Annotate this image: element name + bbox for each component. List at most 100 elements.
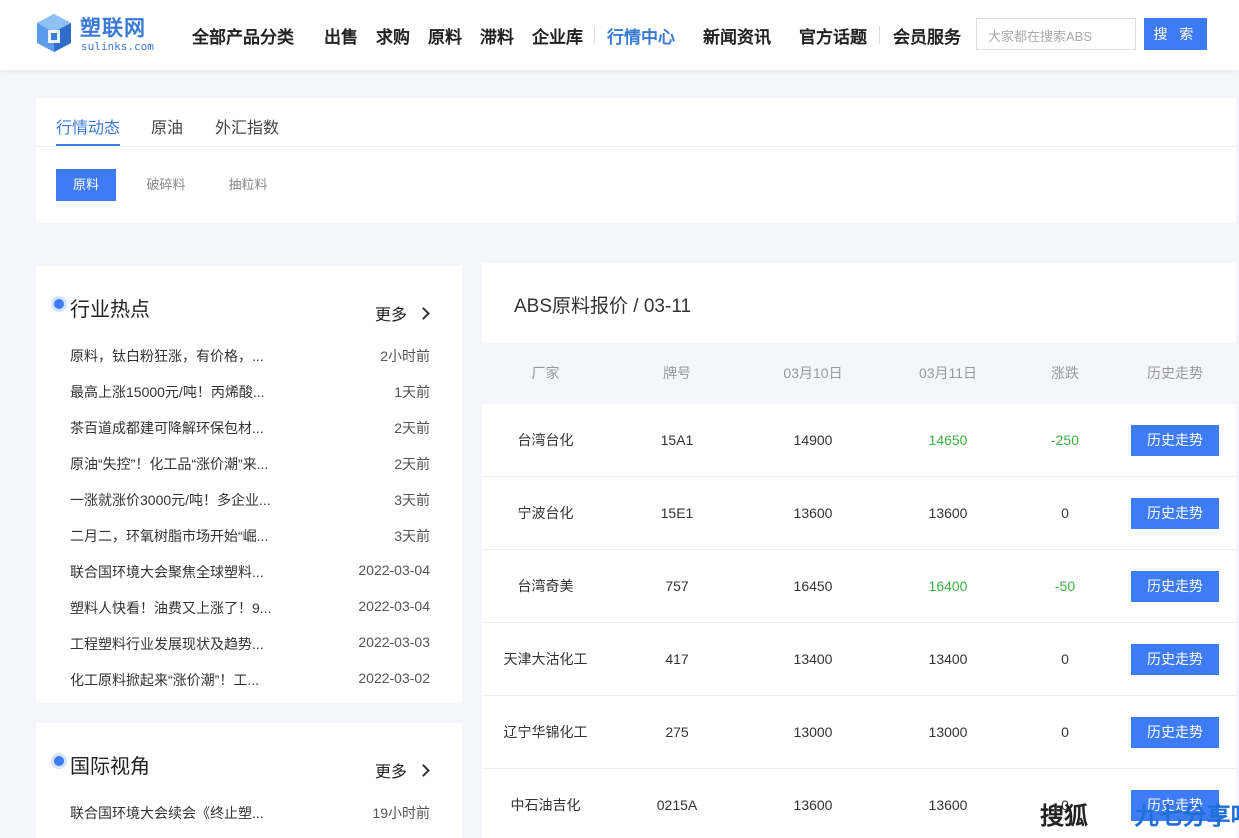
news-item[interactable]: 二月二，环氧树脂市场开始“崛... 3天前 xyxy=(70,526,430,546)
nav-member-service[interactable]: 会员服务 xyxy=(893,23,961,48)
logo-domain: sulinks.com xyxy=(81,40,154,53)
cell-change: 0 xyxy=(1061,505,1069,521)
header-grade: 牌号 xyxy=(663,365,691,381)
cell-maker: 宁波台化 xyxy=(517,505,574,521)
nav-official-topics[interactable]: 官方话题 xyxy=(799,23,867,48)
more-label: 更多 xyxy=(375,307,408,324)
cell-prev-price: 13400 xyxy=(793,651,833,667)
cell-curr-price: 13600 xyxy=(928,797,968,813)
cell-prev-price: 14900 xyxy=(793,432,833,448)
abs-price-card: ABS原料报价 / 03-11 厂家 牌号 03月10日 03月11日 涨跌 历… xyxy=(482,263,1236,838)
more-link[interactable]: 更多 xyxy=(375,301,431,325)
news-item[interactable]: 联合国环境大会续会《终止塑... 19小时前 xyxy=(70,803,430,823)
cell-maker: 辽宁华锦化工 xyxy=(503,724,588,740)
chevron-right-icon xyxy=(417,764,431,777)
cell-maker: 台湾台化 xyxy=(517,432,574,448)
news-title[interactable]: 原油“失控”！化工品“涨价潮”来... xyxy=(70,454,285,474)
history-trend-button[interactable]: 历史走势 xyxy=(1131,644,1219,675)
header-change: 涨跌 xyxy=(1051,365,1079,381)
main-nav: 全部产品分类 出售 求购 原料 滞料 企业库 行情中心 新闻资讯 官方话题 会员… xyxy=(192,0,961,70)
news-item[interactable]: 化工原料掀起来“涨价潮”！工... 2022-03-02 xyxy=(70,670,430,690)
news-item[interactable]: 联合国环境大会聚焦全球塑料... 2022-03-04 xyxy=(70,562,430,582)
cell-prev-price: 13600 xyxy=(793,505,833,521)
table-row: 天津大沽化工 417 13400 13400 0 历史走势 xyxy=(482,623,1236,696)
news-time: 2天前 xyxy=(394,420,430,436)
nav-sell[interactable]: 出售 xyxy=(324,23,358,48)
cell-maker: 天津大沽化工 xyxy=(503,651,588,667)
news-title[interactable]: 化工原料掀起来“涨价潮”！工... xyxy=(70,670,285,690)
nav-buy[interactable]: 求购 xyxy=(376,23,410,48)
news-time: 2小时前 xyxy=(380,348,430,364)
nav-news[interactable]: 新闻资讯 xyxy=(703,23,771,48)
history-trend-button[interactable]: 历史走势 xyxy=(1131,498,1219,529)
news-time: 2天前 xyxy=(394,456,430,472)
site-logo[interactable]: 塑联网 sulinks.com xyxy=(34,12,164,56)
more-link[interactable]: 更多 xyxy=(375,758,431,782)
cell-grade: 0215A xyxy=(656,797,698,813)
cell-grade: 15E1 xyxy=(660,505,694,521)
history-trend-button[interactable]: 历史走势 xyxy=(1131,717,1219,748)
header-prev-date: 03月10日 xyxy=(783,365,843,381)
cell-curr-price: 13000 xyxy=(928,724,968,740)
header-curr-date: 03月11日 xyxy=(918,365,978,381)
international-card: 国际视角 更多 联合国环境大会续会《终止塑... 19小时前 xyxy=(36,723,462,838)
cell-prev-price: 16450 xyxy=(793,578,833,594)
industry-hot-card: 行业热点 更多 原料，钛白粉狂涨，有价格，... 2小时前 最高上涨15000元/吨… xyxy=(36,266,462,703)
tab-forex-index[interactable]: 外汇指数 xyxy=(215,114,279,138)
news-item[interactable]: 茶百道成都建可降解环保包材... 2天前 xyxy=(70,418,430,438)
subtab-crushed[interactable]: 破碎料 xyxy=(136,169,196,201)
news-title[interactable]: 原料，钛白粉狂涨，有价格，... xyxy=(70,346,285,366)
subtab-raw-material[interactable]: 原料 xyxy=(56,169,116,201)
news-item[interactable]: 工程塑料行业发展现状及趋势... 2022-03-03 xyxy=(70,634,430,654)
nav-company-library[interactable]: 企业库 xyxy=(532,23,583,48)
news-title[interactable]: 最高上涨15000元/吨！丙烯酸... xyxy=(70,382,285,402)
table-row: 台湾奇美 757 16450 16400 -50 历史走势 xyxy=(482,550,1236,623)
subtab-pellet[interactable]: 抽粒料 xyxy=(218,169,278,201)
search-button[interactable]: 搜 索 xyxy=(1144,18,1207,50)
table-row: 辽宁华锦化工 275 13000 13000 0 历史走势 xyxy=(482,696,1236,769)
news-time: 1天前 xyxy=(394,384,430,400)
card-title: 国际视角 xyxy=(70,756,150,778)
news-title[interactable]: 二月二，环氧树脂市场开始“崛... xyxy=(70,526,285,546)
bullet-dot-icon xyxy=(54,299,64,309)
tabs-divider xyxy=(36,146,1236,147)
news-title[interactable]: 茶百道成都建可降解环保包材... xyxy=(70,418,285,438)
news-item[interactable]: 塑料人快看！油费又上涨了！9... 2022-03-04 xyxy=(70,598,430,618)
history-trend-button[interactable]: 历史走势 xyxy=(1131,571,1219,602)
tab-market-trends[interactable]: 行情动态 xyxy=(56,114,120,138)
news-item[interactable]: 原油“失控”！化工品“涨价潮”来... 2天前 xyxy=(70,454,430,474)
cell-grade: 275 xyxy=(665,724,689,740)
news-item[interactable]: 最高上涨15000元/吨！丙烯酸... 1天前 xyxy=(70,382,430,402)
news-time: 3天前 xyxy=(394,528,430,544)
news-title[interactable]: 联合国环境大会聚焦全球塑料... xyxy=(70,562,285,582)
news-title[interactable]: 联合国环境大会续会《终止塑... xyxy=(70,803,285,823)
news-item[interactable]: 原料，钛白粉狂涨，有价格，... 2小时前 xyxy=(70,346,430,366)
news-item[interactable]: 一涨就涨价3000元/吨！多企业... 3天前 xyxy=(70,490,430,510)
news-time: 2022-03-04 xyxy=(358,562,430,578)
header-history: 历史走势 xyxy=(1147,365,1203,381)
cell-change: -50 xyxy=(1054,578,1076,594)
table-row: 宁波台化 15E1 13600 13600 0 历史走势 xyxy=(482,477,1236,550)
nav-divider xyxy=(879,26,880,44)
news-title[interactable]: 工程塑料行业发展现状及趋势... xyxy=(70,634,285,654)
watermark-source: 搜狐 xyxy=(1040,803,1088,830)
cell-change: -250 xyxy=(1050,432,1080,448)
news-title[interactable]: 一涨就涨价3000元/吨！多企业... xyxy=(70,490,285,510)
cell-change: 0 xyxy=(1061,651,1069,667)
price-table-header: 厂家 牌号 03月10日 03月11日 涨跌 历史走势 xyxy=(482,343,1236,404)
cell-grade: 757 xyxy=(665,578,689,594)
header-maker: 厂家 xyxy=(531,365,560,381)
cell-prev-price: 13600 xyxy=(793,797,833,813)
news-time: 2022-03-04 xyxy=(358,598,430,614)
news-title[interactable]: 塑料人快看！油费又上涨了！9... xyxy=(70,598,285,618)
nav-all-categories[interactable]: 全部产品分类 xyxy=(192,23,294,48)
search-input[interactable]: 大家都在搜索ABS xyxy=(976,18,1136,50)
history-trend-button[interactable]: 历史走势 xyxy=(1131,425,1219,456)
cell-curr-price: 13400 xyxy=(928,651,968,667)
nav-raw-material[interactable]: 原料 xyxy=(428,23,462,48)
price-table-title: ABS原料报价 / 03-11 xyxy=(514,296,692,317)
nav-market-center[interactable]: 行情中心 xyxy=(607,23,675,48)
tab-crude-oil[interactable]: 原油 xyxy=(151,114,183,138)
market-tabs-panel: 行情动态 原油 外汇指数 原料 破碎料 抽粒料 xyxy=(36,98,1236,223)
nav-surplus[interactable]: 滞料 xyxy=(480,23,514,48)
